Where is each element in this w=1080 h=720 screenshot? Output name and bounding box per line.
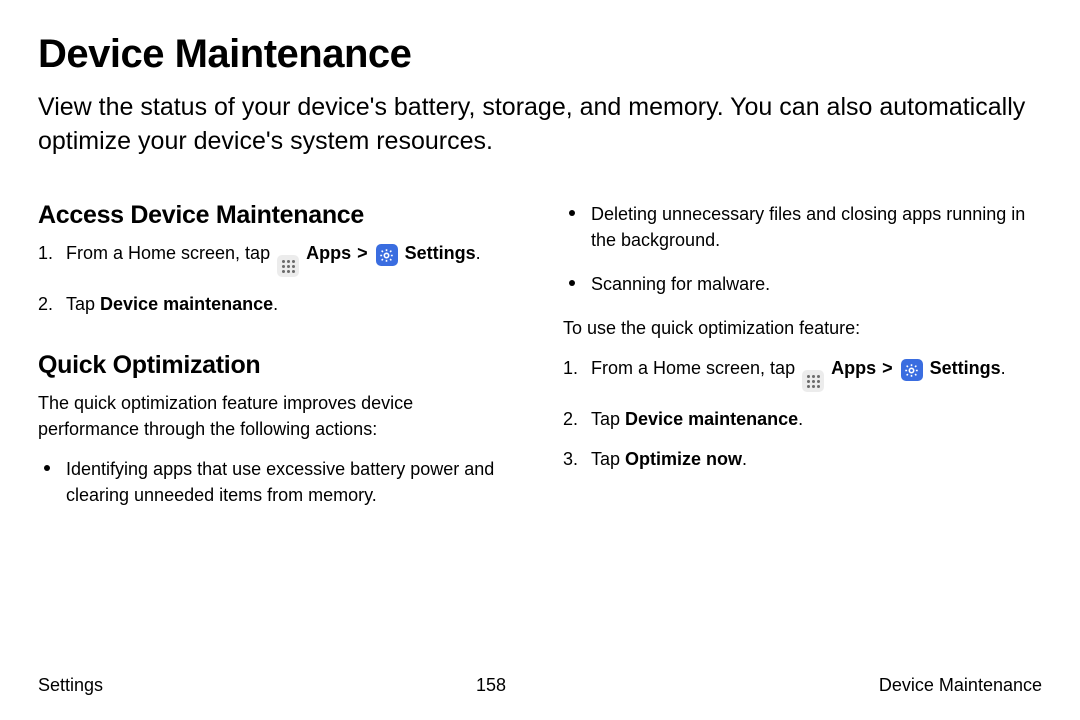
- footer-right: Device Maintenance: [879, 675, 1042, 696]
- access-steps-list: From a Home screen, tap Apps > Settings.…: [38, 240, 517, 318]
- settings-icon: [901, 359, 923, 381]
- quick-bullet: Scanning for malware.: [591, 271, 1042, 297]
- use-step-1: From a Home screen, tap Apps > Settings.: [591, 355, 1042, 393]
- step-bold: Device maintenance: [625, 409, 798, 429]
- quick-intro: The quick optimization feature improves …: [38, 390, 517, 442]
- step-text: Tap: [591, 409, 625, 429]
- quick-heading: Quick Optimization: [38, 351, 517, 380]
- step-bold: Optimize now: [625, 449, 742, 469]
- settings-label: Settings: [930, 358, 1001, 378]
- apps-icon: [802, 370, 824, 392]
- quick-bullet: Deleting unnecessary files and closing a…: [591, 201, 1042, 253]
- apps-label: Apps: [306, 243, 351, 263]
- step-text: From a Home screen, tap: [66, 243, 275, 263]
- step-bold: Device maintenance: [100, 294, 273, 314]
- access-heading: Access Device Maintenance: [38, 201, 517, 230]
- use-intro: To use the quick optimization feature:: [563, 315, 1042, 341]
- quick-bullets-right: Deleting unnecessary files and closing a…: [563, 201, 1042, 297]
- step-text: Tap: [591, 449, 625, 469]
- use-step-3: Tap Optimize now.: [591, 446, 1042, 472]
- quick-bullet: Identifying apps that use excessive batt…: [66, 456, 517, 508]
- step-end: .: [1001, 358, 1006, 378]
- step-text: From a Home screen, tap: [591, 358, 800, 378]
- right-column: Deleting unnecessary files and closing a…: [563, 201, 1042, 527]
- page-footer: Settings 158 Device Maintenance: [0, 675, 1080, 696]
- footer-page-number: 158: [476, 675, 506, 696]
- step-end: .: [476, 243, 481, 263]
- quick-bullets-left: Identifying apps that use excessive batt…: [38, 456, 517, 508]
- apps-icon: [277, 255, 299, 277]
- apps-label: Apps: [831, 358, 876, 378]
- settings-label: Settings: [405, 243, 476, 263]
- chevron-right-icon: >: [877, 358, 898, 378]
- use-step-2: Tap Device maintenance.: [591, 406, 1042, 432]
- page-subtitle: View the status of your device's battery…: [38, 91, 1042, 159]
- footer-left: Settings: [38, 675, 103, 696]
- content-columns: Access Device Maintenance From a Home sc…: [38, 201, 1042, 527]
- step-end: .: [273, 294, 278, 314]
- settings-icon: [376, 244, 398, 266]
- step-end: .: [742, 449, 747, 469]
- page-title: Device Maintenance: [38, 32, 1042, 77]
- use-steps-list: From a Home screen, tap Apps > Settings.…: [563, 355, 1042, 473]
- access-step-1: From a Home screen, tap Apps > Settings.: [66, 240, 517, 278]
- access-step-2: Tap Device maintenance.: [66, 291, 517, 317]
- step-end: .: [798, 409, 803, 429]
- chevron-right-icon: >: [352, 243, 373, 263]
- step-text: Tap: [66, 294, 100, 314]
- left-column: Access Device Maintenance From a Home sc…: [38, 201, 517, 527]
